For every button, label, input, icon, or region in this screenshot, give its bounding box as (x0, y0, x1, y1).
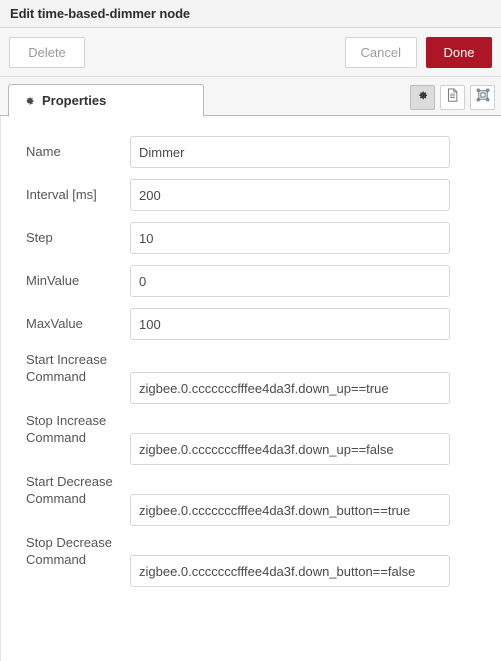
field-input-wrap-stop-decrease-command (130, 534, 450, 587)
interval-input[interactable] (130, 179, 450, 211)
resize-node-icon-button[interactable] (470, 85, 495, 110)
field-label-start-increase-command: Start Increase Command (26, 352, 107, 384)
dialog-button-bar: Delete Cancel Done (0, 28, 501, 77)
maxvalue-input[interactable] (130, 308, 450, 340)
properties-form: Name Interval [ms] Step MinValue MaxValu (0, 116, 501, 661)
field-label-name: Name (26, 144, 61, 159)
delete-button[interactable]: Delete (9, 36, 85, 68)
document-icon (446, 88, 459, 107)
form-row-stop-increase-command: Stop Increase Command (1, 412, 501, 465)
document-icon-button[interactable] (440, 85, 465, 110)
dialog-titlebar: Edit time-based-dimmer node (0, 0, 501, 28)
field-label-stop-increase-command: Stop Increase Command (26, 413, 107, 445)
field-label-step: Step (26, 230, 53, 245)
field-input-wrap-minvalue (130, 265, 450, 297)
tab-properties[interactable]: Properties (8, 84, 204, 117)
field-input-wrap-start-decrease-command (130, 473, 450, 526)
tab-properties-label: Properties (42, 93, 107, 108)
tab-bar: Properties (0, 77, 501, 117)
cancel-button[interactable]: Cancel (344, 36, 417, 68)
field-label-interval: Interval [ms] (26, 187, 97, 202)
form-row-step: Step (1, 222, 501, 254)
field-label-stop-decrease-command: Stop Decrease Command (26, 535, 112, 567)
form-row-stop-decrease-command: Stop Decrease Command (1, 534, 501, 587)
minvalue-input[interactable] (130, 265, 450, 297)
resize-node-icon (476, 88, 490, 107)
start-decrease-command-input[interactable] (130, 494, 450, 526)
edit-node-dialog: Edit time-based-dimmer node Delete Cance… (0, 0, 501, 661)
gear-icon (23, 95, 35, 107)
name-input[interactable] (130, 136, 450, 168)
form-row-start-decrease-command: Start Decrease Command (1, 473, 501, 526)
form-row-name: Name (1, 136, 501, 168)
tab-icon-group (410, 85, 495, 110)
field-label-maxvalue: MaxValue (26, 316, 83, 331)
field-input-wrap-start-increase-command (130, 351, 450, 404)
gear-icon-button[interactable] (410, 85, 435, 110)
stop-increase-command-input[interactable] (130, 433, 450, 465)
form-row-minvalue: MinValue (1, 265, 501, 297)
page-title: Edit time-based-dimmer node (10, 6, 191, 21)
done-button[interactable]: Done (426, 36, 492, 68)
start-increase-command-input[interactable] (130, 372, 450, 404)
form-row-interval: Interval [ms] (1, 179, 501, 211)
field-label-start-decrease-command: Start Decrease Command (26, 474, 113, 506)
field-input-wrap-name (130, 136, 450, 168)
field-input-wrap-step (130, 222, 450, 254)
form-row-start-increase-command: Start Increase Command (1, 351, 501, 404)
field-input-wrap-maxvalue (130, 308, 450, 340)
field-input-wrap-stop-increase-command (130, 412, 450, 465)
field-label-minvalue: MinValue (26, 273, 80, 288)
step-input[interactable] (130, 222, 450, 254)
stop-decrease-command-input[interactable] (130, 555, 450, 587)
gear-icon (416, 89, 429, 107)
form-row-maxvalue: MaxValue (1, 308, 501, 340)
field-input-wrap-interval (130, 179, 450, 211)
